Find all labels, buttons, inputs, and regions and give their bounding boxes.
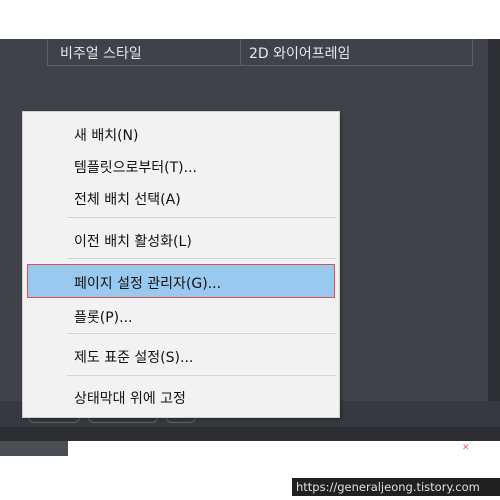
layout-context-menu: 새 배치(N) 템플릿으로부터(T)... 전체 배치 선택(A) 이전 배치 … — [22, 111, 340, 418]
menu-item-page-setup-manager[interactable]: 페이지 설정 관리자(G)... — [27, 264, 335, 298]
right-scrollbar[interactable] — [488, 39, 500, 401]
menu-item-drafting-standard-setup[interactable]: 제도 표준 설정(S)... — [27, 342, 335, 368]
visual-style-label: 비주얼 스타일 — [60, 46, 142, 62]
menu-item-label: 상태막대 위에 고정 — [74, 391, 186, 407]
top-white-area — [0, 0, 500, 39]
menu-item-label: 새 배치(N) — [74, 128, 139, 144]
menu-item-label: 페이지 설정 관리자(G)... — [74, 276, 222, 292]
menu-item-label: 템플릿으로부터(T)... — [74, 160, 197, 176]
menu-separator — [67, 333, 336, 334]
properties-divider — [240, 39, 241, 66]
menu-item-plot[interactable]: 플롯(P)... — [27, 302, 335, 328]
menu-separator — [67, 375, 336, 376]
menu-item-activate-previous-layout[interactable]: 이전 배치 활성화(L) — [27, 226, 335, 252]
menu-item-label: 제도 표준 설정(S)... — [74, 350, 194, 366]
command-line-area[interactable] — [68, 441, 500, 456]
menu-item-label: 플롯(P)... — [74, 310, 133, 326]
menu-separator — [67, 217, 336, 218]
status-strip — [0, 427, 500, 441]
menu-item-label: 이전 배치 활성화(L) — [74, 234, 192, 250]
menu-item-label: 전체 배치 선택(A) — [74, 192, 181, 208]
menu-item-from-template[interactable]: 템플릿으로부터(T)... — [27, 152, 335, 178]
menu-separator — [67, 258, 336, 259]
menu-item-new-layout[interactable]: 새 배치(N) — [27, 120, 335, 146]
menu-item-dock-above-status-bar[interactable]: 상태막대 위에 고정 — [27, 383, 335, 409]
menu-item-select-all-layouts[interactable]: 전체 배치 선택(A) — [27, 184, 335, 210]
watermark-url: https://generaljeong.tistory.com — [292, 478, 500, 496]
close-icon[interactable]: ✕ — [462, 444, 472, 453]
visual-style-value[interactable]: 2D 와이어프레임 — [249, 43, 350, 63]
